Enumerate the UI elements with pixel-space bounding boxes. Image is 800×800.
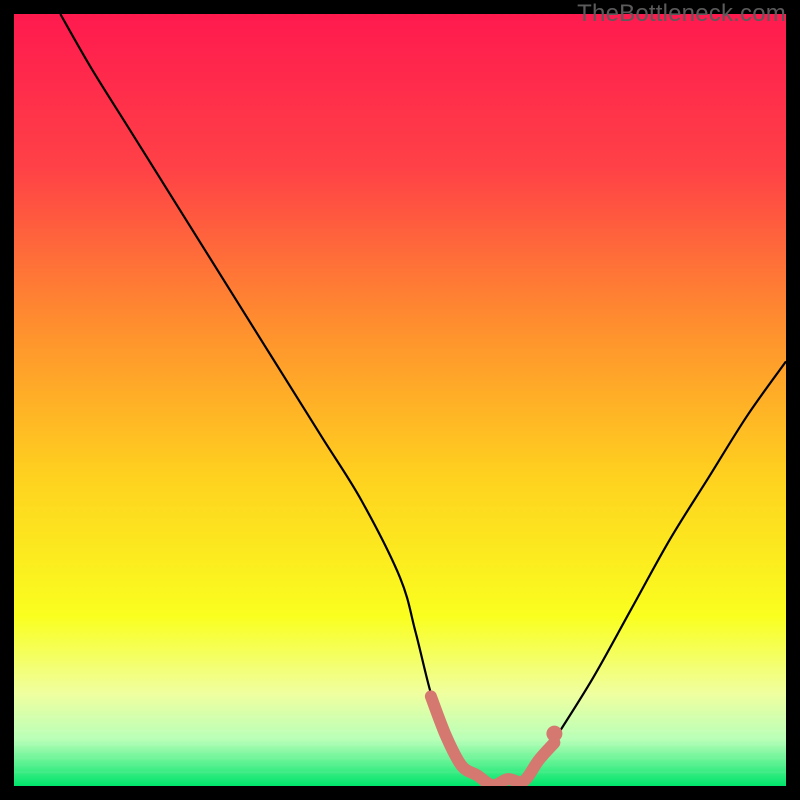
watermark-text: TheBottleneck.com [577,0,786,28]
flat-region-marker [431,696,555,785]
bottleneck-curve-path [60,14,786,783]
chart-frame [14,14,786,786]
flat-region-end-dot [546,726,562,742]
bottleneck-curve-svg [14,14,786,786]
